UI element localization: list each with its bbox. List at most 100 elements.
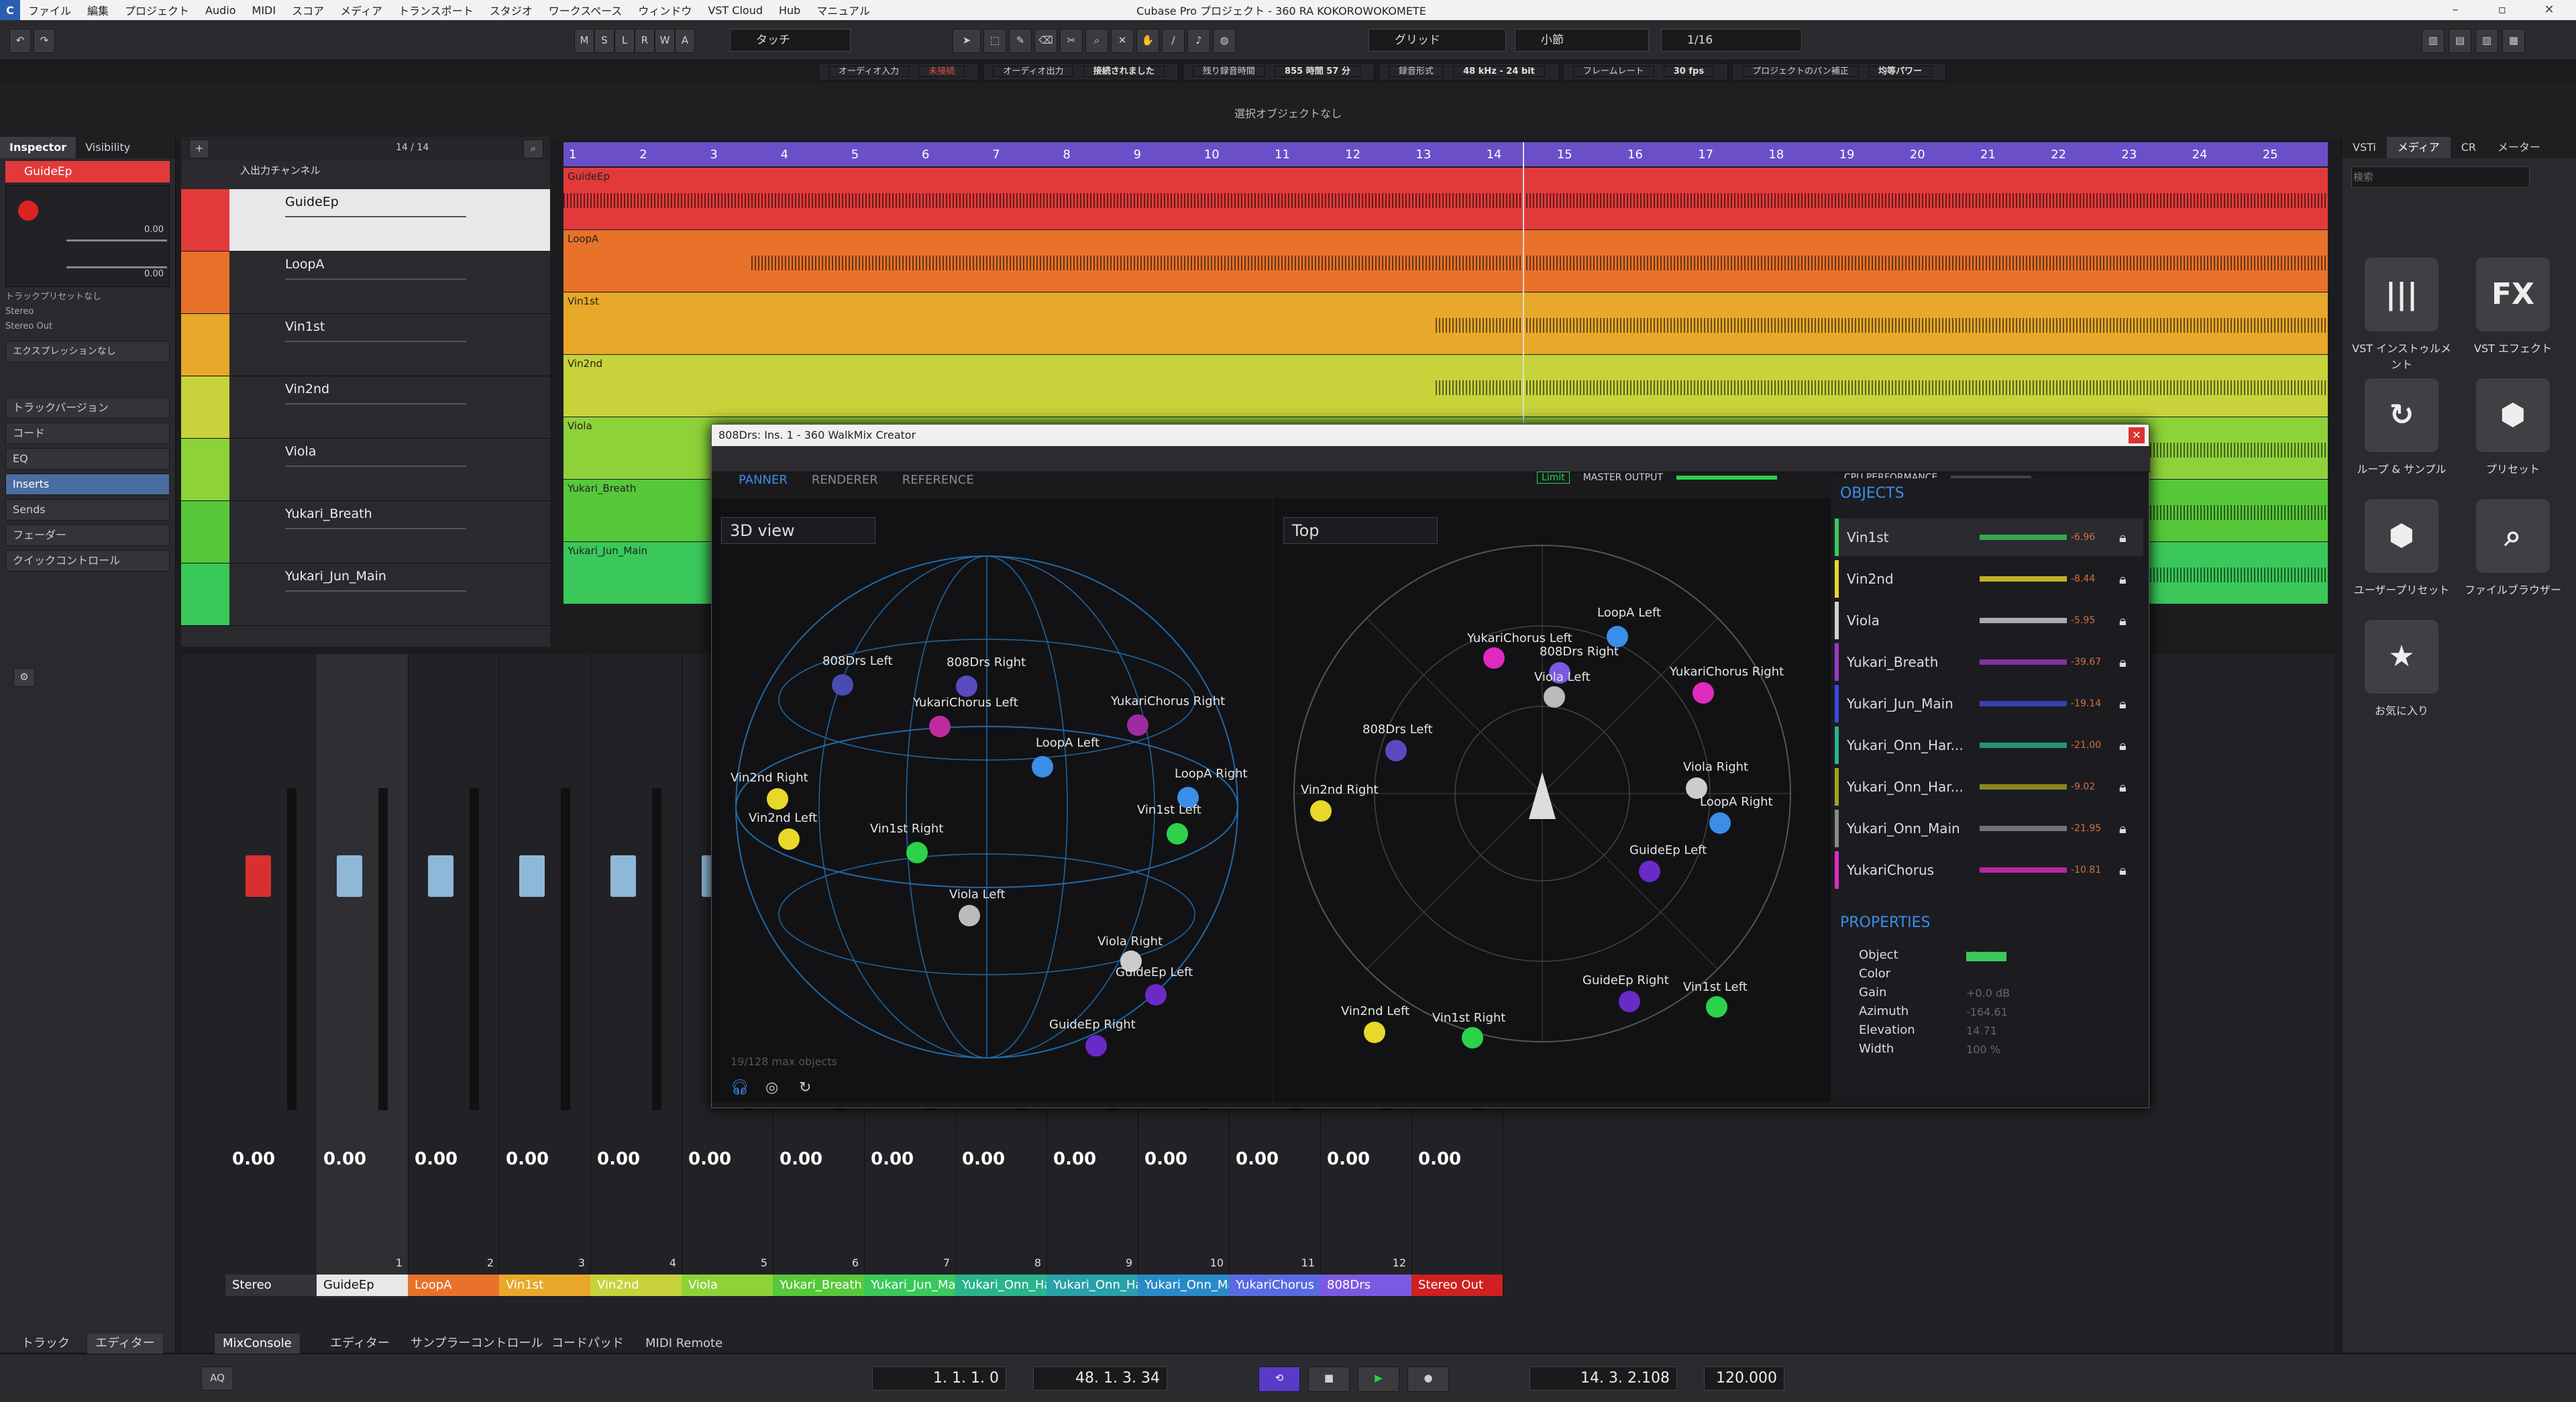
track-name[interactable]: LoopA bbox=[285, 257, 325, 272]
tempo-display[interactable]: 120.000 bbox=[1704, 1366, 1784, 1391]
minimize-icon[interactable]: – bbox=[2435, 0, 2475, 20]
channel-fader[interactable] bbox=[610, 855, 636, 897]
inspector-channel-name[interactable]: GuideEp bbox=[5, 161, 170, 182]
tab-chord-pads[interactable]: コードパッド bbox=[543, 1334, 632, 1354]
zoom-tool-icon[interactable]: ⌕ bbox=[1085, 29, 1108, 53]
menu-workspace[interactable]: ワークスペース bbox=[541, 2, 631, 18]
tab-inspector[interactable]: Inspector bbox=[0, 137, 76, 158]
bulb-icon[interactable]: ◎ bbox=[765, 1079, 778, 1096]
grid-type-select[interactable]: 小節 bbox=[1515, 29, 1649, 52]
object-dot[interactable] bbox=[1544, 686, 1565, 708]
menu-manual[interactable]: マニュアル bbox=[808, 2, 878, 18]
object-row[interactable]: Yukari_Onn_Har... -21.00 🔒︎ bbox=[1835, 726, 2143, 764]
settings-icon[interactable]: ⚙ bbox=[13, 668, 35, 687]
menu-audio[interactable]: Audio bbox=[197, 4, 244, 17]
object-gain-bar[interactable] bbox=[1980, 701, 2067, 706]
object-row[interactable]: Yukari_Onn_Har... -9.02 🔒︎ bbox=[1835, 768, 2143, 806]
lock-icon[interactable]: 🔒︎ bbox=[2119, 643, 2127, 681]
solo-mode-button[interactable]: S bbox=[594, 29, 614, 53]
read-mode-button[interactable]: R bbox=[635, 29, 655, 53]
tab-reference[interactable]: REFERENCE bbox=[902, 473, 974, 487]
mute-mode-button[interactable]: M bbox=[574, 29, 594, 53]
tab-vsti[interactable]: VSTi bbox=[2342, 137, 2387, 158]
aq-button[interactable]: AQ bbox=[201, 1366, 233, 1391]
headphone-icon[interactable]: 🎧︎ bbox=[731, 1079, 749, 1096]
object-gain-bar[interactable] bbox=[1980, 659, 2067, 665]
undo-icon[interactable]: ↶ bbox=[9, 29, 31, 53]
channel-name[interactable]: Yukari_Onn_HarmLo bbox=[1046, 1275, 1173, 1296]
object-dot[interactable] bbox=[778, 828, 800, 850]
channel-volume-value[interactable]: 0.00 bbox=[506, 1149, 549, 1169]
object-gain-bar[interactable] bbox=[1980, 535, 2067, 540]
channel-fader[interactable] bbox=[337, 855, 362, 897]
audio-event[interactable]: Vin2nd bbox=[564, 355, 2328, 417]
tab-visibility[interactable]: Visibility bbox=[76, 137, 140, 158]
output-routing[interactable]: Stereo Out bbox=[5, 319, 170, 334]
track-name[interactable]: Viola bbox=[285, 444, 316, 459]
object-gain-bar[interactable] bbox=[1980, 618, 2067, 623]
lock-icon[interactable]: 🔒︎ bbox=[2119, 768, 2127, 806]
channel-volume-value[interactable]: 0.00 bbox=[1144, 1149, 1187, 1169]
stop-icon[interactable]: ■ bbox=[1308, 1366, 1350, 1392]
channel-volume-value[interactable]: 0.00 bbox=[1236, 1149, 1279, 1169]
channel-name[interactable]: Viola bbox=[682, 1275, 773, 1296]
folder-track[interactable]: 入出力チャンネル bbox=[181, 161, 550, 180]
record-icon[interactable]: ● bbox=[1407, 1366, 1449, 1392]
track-buttons[interactable] bbox=[285, 278, 466, 293]
snap-type-select[interactable]: グリッド bbox=[1368, 29, 1506, 52]
channel-name[interactable]: Yukari_Jun_Main bbox=[864, 1275, 967, 1296]
object-gain-bar[interactable] bbox=[1980, 867, 2067, 873]
track-buttons[interactable] bbox=[285, 528, 466, 543]
track-name[interactable]: Yukari_Breath bbox=[285, 506, 372, 521]
channel-volume-value[interactable]: 0.00 bbox=[415, 1149, 458, 1169]
audio-event[interactable]: LoopA bbox=[564, 230, 2328, 292]
section-quick-controls[interactable]: クイックコントロール bbox=[5, 550, 170, 572]
section-track-versions[interactable]: トラックバージョン bbox=[5, 397, 170, 419]
layout-bottom-icon[interactable]: ▤ bbox=[2449, 29, 2471, 53]
add-track-icon[interactable]: + bbox=[189, 140, 209, 158]
media-search-input[interactable] bbox=[2351, 166, 2530, 188]
tab-renderer[interactable]: RENDERER bbox=[812, 473, 878, 487]
lock-icon[interactable]: 🔒︎ bbox=[2119, 685, 2127, 722]
object-dot[interactable] bbox=[1706, 996, 1727, 1018]
reset-icon[interactable]: ↻ bbox=[799, 1079, 811, 1096]
pointer-tool-icon[interactable]: ➤ bbox=[953, 29, 981, 53]
object-dot[interactable] bbox=[1310, 800, 1332, 822]
track-buttons[interactable] bbox=[285, 590, 466, 605]
play-icon[interactable]: ▶ bbox=[1358, 1366, 1399, 1392]
cycle-icon[interactable]: ⟲ bbox=[1258, 1366, 1300, 1392]
media-tile[interactable]: ↻ ループ & サンプル bbox=[2351, 378, 2452, 476]
close-window-icon[interactable]: ✕ bbox=[2529, 0, 2569, 20]
menu-transport[interactable]: トランスポート bbox=[390, 2, 482, 18]
track-buttons[interactable] bbox=[285, 466, 466, 480]
object-row[interactable]: Yukari_Breath -39.67 🔒︎ bbox=[1835, 643, 2143, 681]
object-row[interactable]: YukariChorus -10.81 🔒︎ bbox=[1835, 851, 2143, 889]
layout-left-icon[interactable]: ▥ bbox=[2422, 29, 2445, 53]
object-dot[interactable] bbox=[959, 905, 980, 926]
listen-mode-button[interactable]: L bbox=[614, 29, 635, 53]
track-buttons[interactable] bbox=[285, 216, 466, 231]
maximize-icon[interactable]: ▫ bbox=[2482, 0, 2522, 20]
object-dot[interactable] bbox=[929, 716, 951, 737]
track-preset[interactable]: トラックプリセットなし bbox=[5, 290, 170, 305]
track-buttons[interactable] bbox=[285, 403, 466, 418]
channel-volume-value[interactable]: 0.00 bbox=[871, 1149, 914, 1169]
lock-icon[interactable]: 🔒︎ bbox=[2119, 851, 2127, 889]
channel-name[interactable]: Yukari_Breath bbox=[773, 1275, 864, 1296]
tab-mixconsole[interactable]: MixConsole bbox=[215, 1334, 300, 1354]
section-eq[interactable]: EQ bbox=[5, 448, 170, 470]
object-dot[interactable] bbox=[832, 674, 853, 696]
channel-volume-value[interactable]: 0.00 bbox=[323, 1149, 366, 1169]
object-dot[interactable] bbox=[956, 676, 977, 697]
menu-score[interactable]: スコア bbox=[284, 2, 332, 18]
menu-midi[interactable]: MIDI bbox=[244, 4, 284, 17]
position-display[interactable]: 14. 3. 2.108 bbox=[1529, 1366, 1677, 1391]
menu-project[interactable]: プロジェクト bbox=[117, 2, 197, 18]
tab-editor-left[interactable]: エディター bbox=[87, 1334, 163, 1354]
left-locator[interactable]: 1. 1. 1. 0 bbox=[872, 1366, 1006, 1391]
track-name[interactable]: Vin2nd bbox=[285, 382, 329, 396]
automation-mode-select[interactable]: タッチ bbox=[730, 29, 851, 52]
property-value[interactable] bbox=[1966, 952, 2006, 961]
track-name[interactable]: Yukari_Jun_Main bbox=[285, 569, 386, 584]
panner-3d-view[interactable]: 3D view 808Drs Left 808Drs Right YukariCho… bbox=[712, 498, 1273, 1102]
